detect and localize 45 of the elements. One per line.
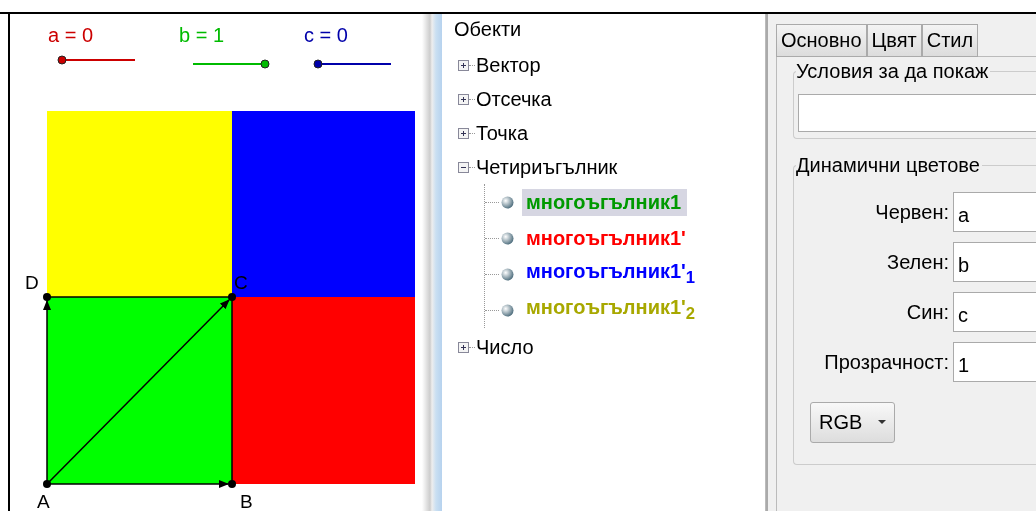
field-label: Червен:: [874, 200, 950, 224]
tree-item[interactable]: Вектор: [476, 53, 541, 77]
input-field[interactable]: 1: [953, 342, 1036, 382]
tab[interactable]: Стил: [921, 24, 979, 57]
expand-icon[interactable]: [458, 341, 469, 353]
input-field[interactable]: c: [953, 292, 1036, 332]
field-label: Зелен:: [886, 250, 950, 274]
expand-icon[interactable]: [458, 59, 469, 71]
tab[interactable]: Основно: [776, 24, 867, 57]
point-label: D: [25, 272, 39, 293]
input-field[interactable]: b: [953, 242, 1036, 282]
field-label: Прозрачност:: [823, 350, 950, 374]
condition-field[interactable]: [798, 94, 1036, 132]
field-label: Син:: [905, 300, 950, 324]
slider[interactable]: [57, 55, 136, 65]
input-field[interactable]: a: [953, 192, 1036, 232]
tree-item[interactable]: Точка: [476, 121, 529, 145]
slider-label: a = 0: [48, 24, 94, 46]
point[interactable]: [43, 293, 51, 301]
mode-dropdown[interactable]: RGB: [810, 402, 896, 443]
tree-item[interactable]: многоъгълник1'$_{1}$: [522, 258, 702, 290]
tree-item[interactable]: Число: [476, 335, 534, 359]
ball-icon: [501, 195, 514, 209]
point-label: B: [240, 491, 253, 511]
point[interactable]: [228, 293, 236, 301]
ball-icon: [501, 267, 514, 281]
slider-label: b = 1: [179, 24, 225, 46]
point-label: A: [37, 491, 50, 511]
ball-icon: [501, 231, 514, 245]
point[interactable]: [43, 480, 51, 488]
tree-item[interactable]: Отсечка: [476, 87, 552, 111]
collapse-icon[interactable]: [458, 161, 469, 173]
point[interactable]: [228, 480, 236, 488]
point-label: C: [234, 272, 248, 293]
slider-label: c = 0: [304, 24, 348, 46]
tree-item[interactable]: многоъгълник1': [522, 224, 692, 252]
expand-icon[interactable]: [458, 93, 469, 105]
ball-icon: [501, 303, 514, 317]
expand-icon[interactable]: [458, 127, 469, 139]
slider[interactable]: [192, 59, 270, 69]
caret-icon: [878, 420, 887, 425]
tree-item[interactable]: Четириъгълник: [476, 155, 618, 179]
tree-root: Обекти: [454, 18, 523, 42]
slider[interactable]: [313, 59, 392, 69]
tab[interactable]: Цвят: [866, 24, 922, 57]
